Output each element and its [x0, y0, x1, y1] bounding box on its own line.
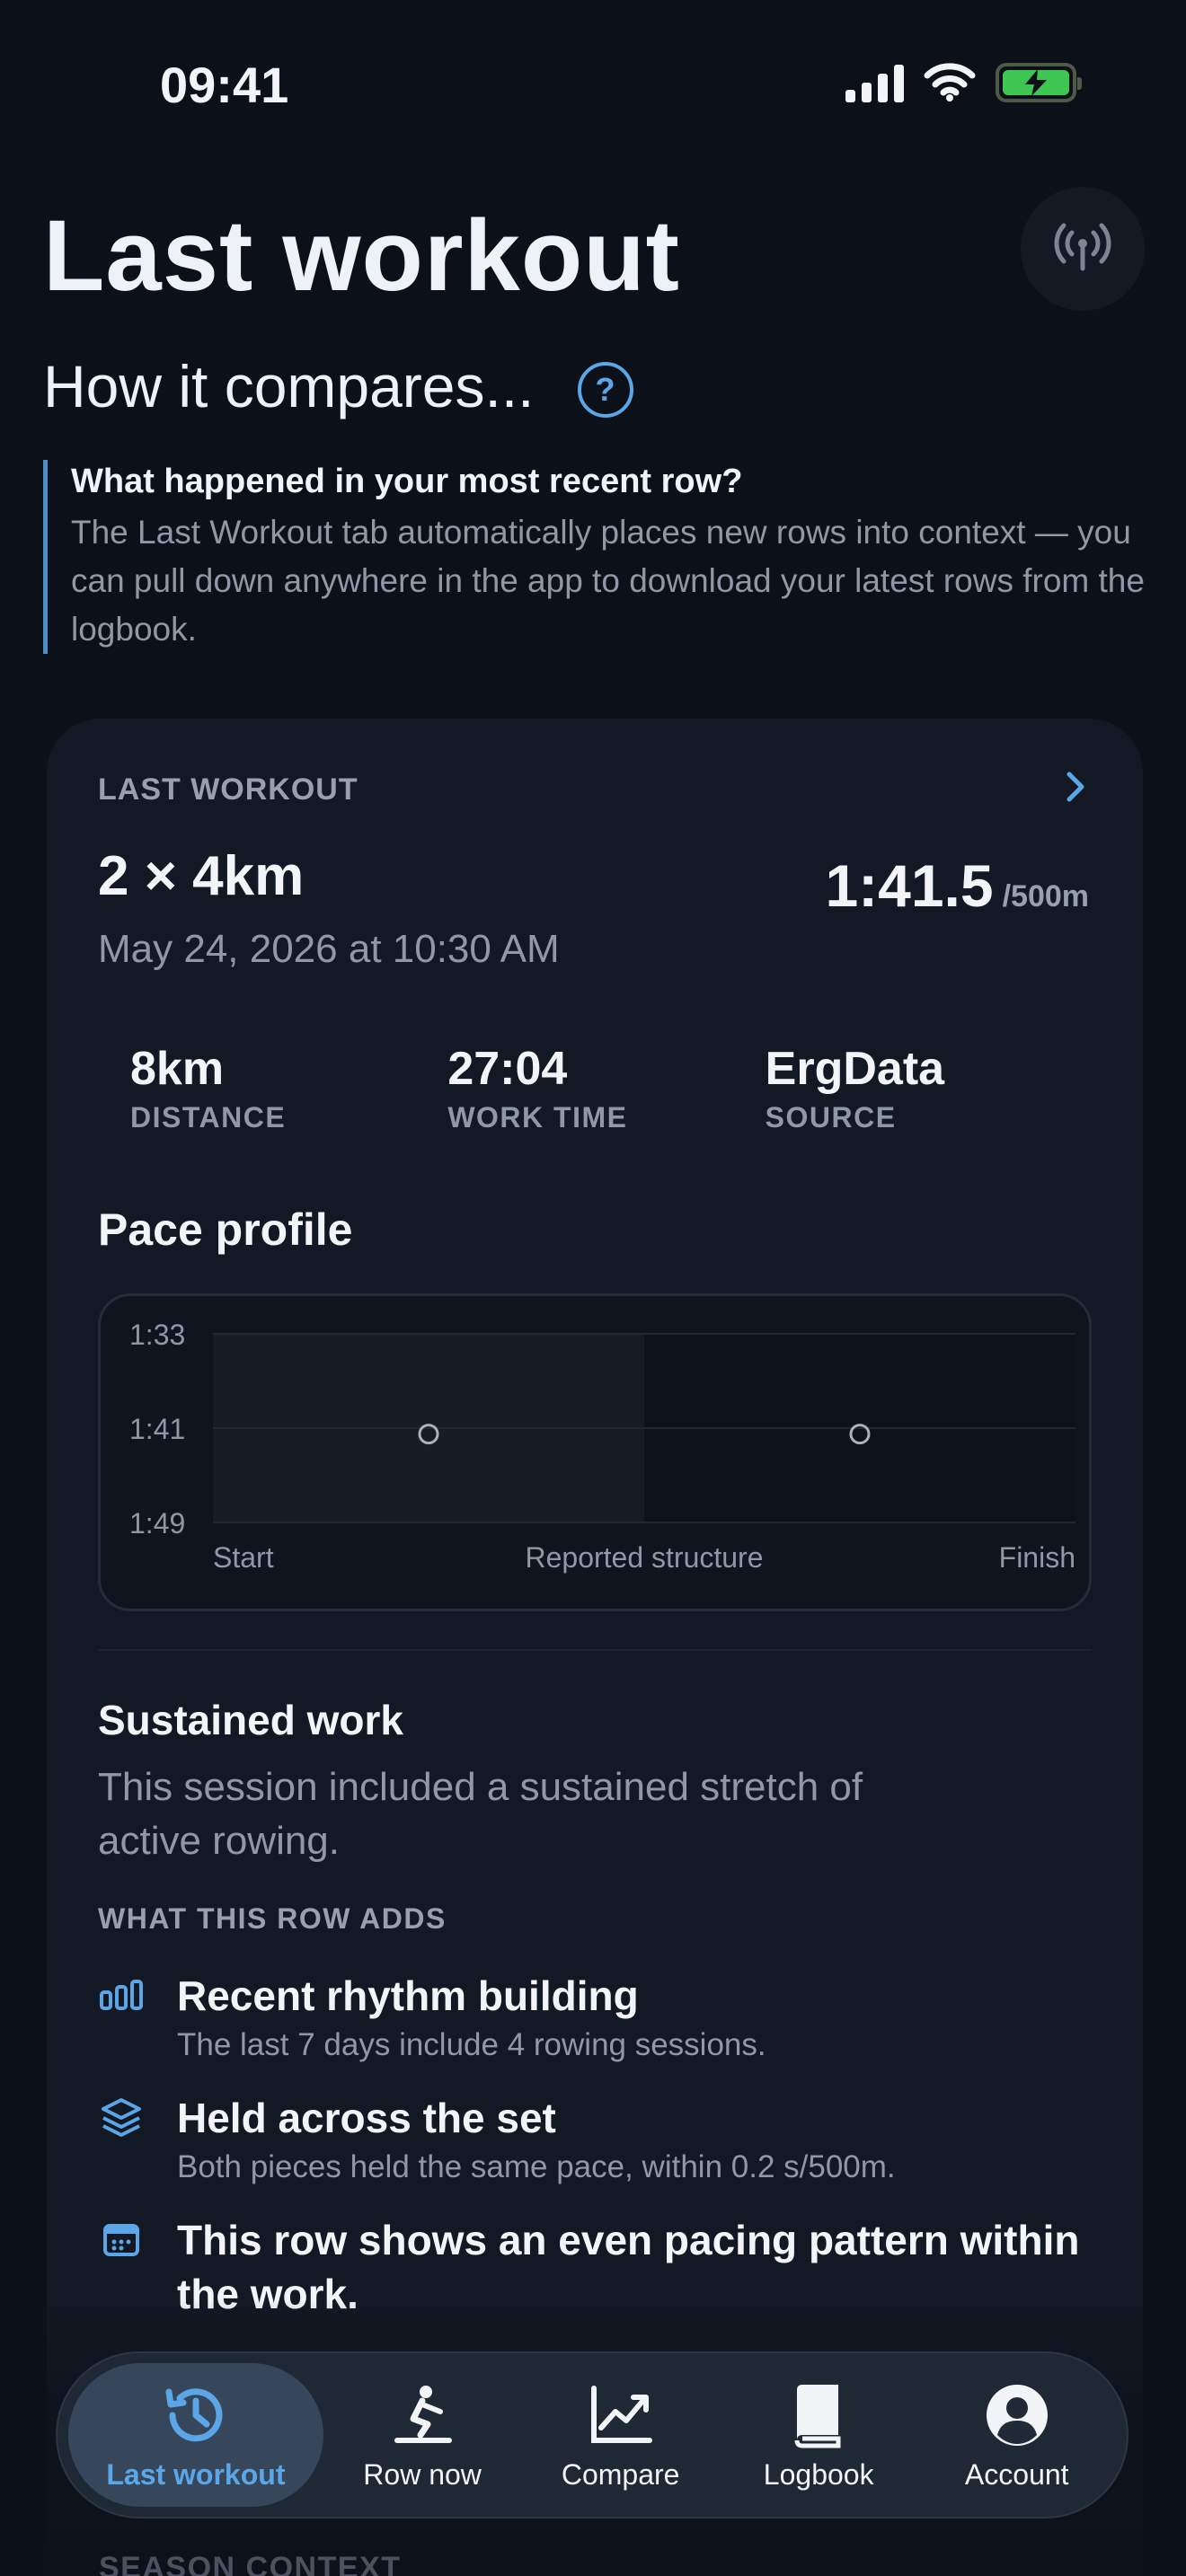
sustained-title: Sustained work	[98, 1697, 403, 1743]
calendar-icon	[103, 2224, 139, 2256]
history-icon	[165, 2387, 223, 2441]
average-pace-value: 1:41.5	[825, 852, 994, 919]
tab-logbook[interactable]: Logbook	[720, 2363, 918, 2507]
charging-bolt-icon	[1025, 69, 1047, 96]
stat-value: ErgData	[765, 1043, 945, 1095]
x-axis-label: Finish	[999, 1541, 1075, 1574]
list-item: Held across the set Both pieces held the…	[98, 2091, 1095, 2190]
average-pace-unit: /500m	[1002, 879, 1089, 913]
y-tick-label: 1:41	[129, 1413, 185, 1445]
stat-work-time: 27:04 WORK TIME	[447, 1042, 765, 1134]
tab-label: Account	[964, 2457, 1069, 2491]
average-pace: 1:41.5 /500m	[825, 851, 1089, 920]
status-bar: 09:41	[0, 0, 1186, 171]
add-sub: Both pieces held the same pace, within 0…	[177, 2149, 896, 2184]
status-icons	[845, 63, 1082, 102]
stat-value: 8km	[130, 1043, 225, 1095]
pace-chart-svg: 1:33 1:41 1:49 Start Reported structure Finis…	[129, 1319, 1075, 1574]
divider	[98, 1649, 1092, 1651]
stat-label: SOURCE	[765, 1101, 897, 1134]
y-tick-label: 1:49	[129, 1507, 185, 1539]
tab-account[interactable]: Account	[917, 2363, 1116, 2507]
stat-value: 27:04	[447, 1043, 568, 1095]
tab-last-workout[interactable]: Last workout	[68, 2363, 323, 2507]
tab-label: Compare	[561, 2457, 680, 2491]
chart-icon	[590, 2385, 652, 2443]
cellular-signal-icon	[845, 63, 904, 102]
wifi-icon	[924, 63, 976, 101]
tab-label: Logbook	[763, 2457, 874, 2491]
broadcast-icon	[1054, 223, 1111, 271]
page-title: Last workout	[43, 199, 680, 312]
layers-icon	[102, 2098, 141, 2137]
stat-source: ErgData SOURCE	[766, 1042, 1083, 1134]
x-axis-label: Reported structure	[525, 1541, 763, 1574]
tab-bar: Last workout Row now Compare Logbook Acc…	[56, 2351, 1128, 2519]
stat-distance: 8km DISTANCE	[130, 1042, 447, 1134]
season-context-label: SEASON CONTEXT	[99, 2551, 402, 2576]
stat-label: DISTANCE	[130, 1101, 287, 1134]
chevron-right-icon[interactable]	[1057, 769, 1093, 805]
person-icon	[986, 2384, 1048, 2446]
info-question: What happened in your most recent row?	[71, 463, 743, 500]
adds-label: WHAT THIS ROW ADDS	[98, 1902, 447, 1935]
tab-compare[interactable]: Compare	[521, 2363, 720, 2507]
book-icon	[794, 2384, 841, 2448]
subtitle-text: How it compares...	[43, 353, 535, 419]
info-callout: What happened in your most recent row? T…	[43, 460, 1148, 654]
workout-name: 2 × 4km	[98, 845, 305, 907]
workout-stats: 8km DISTANCE 27:04 WORK TIME ErgData SOU…	[130, 1042, 1083, 1134]
add-title: Recent rhythm building	[177, 1972, 639, 2019]
help-button[interactable]: ?	[577, 362, 633, 418]
add-sub: The last 7 days include 4 rowing session…	[177, 2027, 766, 2062]
bars-icon	[100, 1980, 143, 2010]
y-tick-label: 1:33	[129, 1319, 185, 1351]
info-text: The Last Workout tab automatically place…	[71, 514, 1145, 648]
last-workout-card[interactable]: LAST WORKOUT 2 × 4km May 24, 2026 at 10:…	[47, 719, 1143, 2576]
add-title: Held across the set	[177, 2095, 556, 2141]
list-item: Recent rhythm building The last 7 days i…	[98, 1969, 1095, 2068]
pace-profile-title: Pace profile	[98, 1204, 353, 1255]
x-axis-label: Start	[213, 1541, 274, 1574]
workout-date: May 24, 2026 at 10:30 AM	[98, 927, 560, 971]
pace-profile-chart: 1:33 1:41 1:49 Start Reported structure Finis…	[98, 1293, 1092, 1611]
stat-label: WORK TIME	[447, 1101, 628, 1134]
status-time: 09:41	[160, 57, 289, 113]
broadcast-button[interactable]	[1021, 187, 1145, 311]
tab-label: Row now	[363, 2457, 482, 2491]
tab-row-now[interactable]: Row now	[323, 2363, 522, 2507]
card-label: LAST WORKOUT	[98, 772, 358, 807]
tab-label: Last workout	[106, 2457, 286, 2491]
page-subtitle: How it compares... ?	[43, 352, 633, 420]
rower-icon	[394, 2385, 453, 2443]
sustained-text: This session included a sustained stretc…	[98, 1765, 863, 1863]
battery-icon	[996, 63, 1082, 102]
